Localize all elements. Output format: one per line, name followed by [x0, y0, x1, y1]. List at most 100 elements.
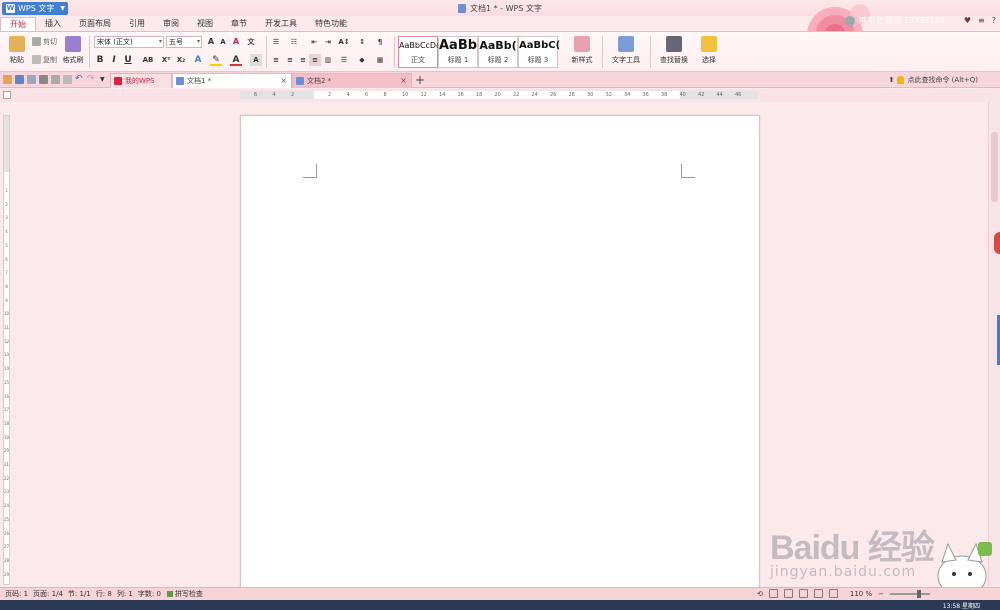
ruler-tick: 1: [5, 188, 8, 193]
ruler-tick: 24: [531, 92, 538, 98]
select-button[interactable]: 选择: [694, 34, 724, 65]
tab-review[interactable]: 审阅: [154, 17, 188, 31]
subscript-icon[interactable]: X₂: [175, 54, 187, 66]
tab-special[interactable]: 特色功能: [306, 17, 356, 31]
tab-insert[interactable]: 插入: [36, 17, 70, 31]
copy-button[interactable]: 复制: [32, 54, 57, 65]
italic-button[interactable]: I: [108, 54, 120, 66]
tab-view[interactable]: 视图: [188, 17, 222, 31]
redo-icon[interactable]: ↷: [87, 75, 96, 84]
paste-button[interactable]: 粘贴: [4, 34, 30, 65]
style-normal[interactable]: AaBbCcDd 正文: [398, 36, 441, 68]
text-tools-button[interactable]: 文字工具: [606, 34, 646, 65]
pinyin-icon[interactable]: 文: [245, 36, 257, 48]
increase-indent-icon[interactable]: ⇥: [322, 36, 334, 48]
align-right-icon[interactable]: ≡: [297, 54, 309, 66]
document-page[interactable]: [240, 115, 760, 595]
tab-references[interactable]: 引用: [120, 17, 154, 31]
decrease-indent-icon[interactable]: ⇤: [308, 36, 320, 48]
tab-developer[interactable]: 开发工具: [256, 17, 306, 31]
command-search[interactable]: ⬆ 点此查找命令 (Alt+Q): [889, 75, 978, 85]
spell-check-toggle[interactable]: 拼写检查: [166, 589, 203, 599]
zoom-out-icon[interactable]: −: [878, 590, 884, 598]
border-icon[interactable]: ▦: [374, 54, 386, 66]
close-icon[interactable]: ×: [280, 74, 287, 88]
tab-page-layout[interactable]: 页面布局: [70, 17, 120, 31]
print-preview-icon[interactable]: [51, 75, 60, 84]
divider: [266, 36, 267, 68]
close-icon[interactable]: ×: [400, 74, 407, 88]
tab-document-1[interactable]: 文档1 * ×: [172, 73, 292, 88]
horizontal-ruler[interactable]: 6 4 2 2 4 6 8 10 12 14 16 18 20 22 24 26 28 30 32 34 36 38 40 4…: [240, 91, 758, 99]
style-heading-2[interactable]: AaBb( 标题 2: [478, 36, 518, 68]
style-heading-1[interactable]: AaBb 标题 1: [438, 36, 478, 68]
spellcheck-icon[interactable]: [63, 75, 72, 84]
zoom-slider[interactable]: [890, 589, 930, 598]
style-heading-3[interactable]: AaBbC( 标题 3: [518, 36, 560, 68]
print-icon[interactable]: [39, 75, 48, 84]
font-name-combo[interactable]: 宋体 (正文) ▾: [94, 36, 164, 48]
web-view-icon[interactable]: [813, 589, 823, 598]
outline-view-icon[interactable]: [798, 589, 808, 598]
highlight-icon[interactable]: ✎: [210, 54, 222, 66]
tab-home[interactable]: 开始: [0, 17, 36, 31]
os-taskbar: 13:58 星期四: [0, 600, 1000, 610]
scrollbar-thumb[interactable]: [991, 132, 998, 202]
font-color-icon[interactable]: A: [230, 54, 242, 66]
ruler-tick: 7: [5, 270, 8, 276]
fullscreen-icon[interactable]: [768, 589, 778, 598]
zoom-knob[interactable]: [917, 589, 921, 598]
align-left-icon[interactable]: ≡: [270, 54, 282, 66]
text-effect-icon[interactable]: A: [192, 54, 204, 66]
tab-chapter[interactable]: 章节: [222, 17, 256, 31]
vertical-ruler[interactable]: 1 2 3 4 5 6 7 8 9 10 11 12 13 14 15 16 17 18 19 20 21 22 23 24 2…: [3, 115, 10, 585]
text-direction-icon[interactable]: A↕: [338, 36, 350, 48]
line-spacing-icon[interactable]: ☰: [338, 54, 350, 66]
help-control[interactable]: ?: [992, 16, 996, 25]
show-marks-icon[interactable]: ¶: [374, 36, 386, 48]
tab-my-wps[interactable]: 我的WPS: [110, 73, 172, 88]
numbered-list-icon[interactable]: ☷: [288, 36, 300, 48]
shading-icon[interactable]: ◆: [356, 54, 368, 66]
open-icon[interactable]: [3, 75, 12, 84]
distribute-icon[interactable]: ▥: [322, 54, 334, 66]
format-painter-button[interactable]: 格式刷: [60, 34, 86, 65]
export-pdf-icon[interactable]: [27, 75, 36, 84]
shrink-font-icon[interactable]: A: [217, 36, 229, 48]
document-workspace[interactable]: [12, 102, 988, 595]
side-panel-handle[interactable]: [994, 232, 1000, 254]
cut-button[interactable]: 剪切: [32, 36, 57, 47]
undo-icon[interactable]: ↶: [75, 75, 84, 84]
chevron-down-icon[interactable]: ▼: [100, 75, 109, 84]
justify-icon[interactable]: ≡: [309, 54, 321, 66]
page-view-icon[interactable]: [783, 589, 793, 598]
align-center-icon[interactable]: ≡: [284, 54, 296, 66]
menu-control[interactable]: ≡: [978, 16, 985, 25]
skin-icon[interactable]: ♥: [964, 16, 971, 25]
bold-button[interactable]: B: [94, 54, 106, 66]
revision-icon[interactable]: ⟲: [757, 590, 763, 598]
new-style-button[interactable]: 新样式: [566, 34, 598, 65]
bullet-list-icon[interactable]: ☰: [270, 36, 282, 48]
tab-document-2[interactable]: 文档2 * ×: [292, 73, 412, 88]
superscript-icon[interactable]: X²: [160, 54, 172, 66]
save-icon[interactable]: [15, 75, 24, 84]
document-icon: [458, 4, 466, 13]
user-account[interactable]: 坤车七 陆迅 13787174: [845, 15, 945, 26]
underline-button[interactable]: U: [122, 54, 134, 66]
sort-icon[interactable]: ↕: [356, 36, 368, 48]
strikethrough-icon[interactable]: AB: [140, 54, 156, 66]
new-tab-button[interactable]: +: [415, 73, 425, 87]
clear-format-icon[interactable]: A: [230, 36, 242, 48]
reading-view-icon[interactable]: [828, 589, 838, 598]
char-shading-icon[interactable]: A: [250, 54, 262, 66]
find-replace-button[interactable]: 查找替换: [654, 34, 694, 65]
app-menu-button[interactable]: W WPS 文字 ▼: [2, 2, 68, 15]
chevron-down-icon: ▾: [158, 38, 162, 45]
ruler-toggle-button[interactable]: [3, 91, 11, 99]
status-word-count[interactable]: 字数: 0: [138, 589, 161, 599]
zoom-level[interactable]: 110 %: [850, 590, 872, 598]
grow-font-icon[interactable]: A: [205, 36, 217, 48]
ruler-tick: 22: [513, 92, 520, 98]
font-size-combo[interactable]: 五号 ▾: [166, 36, 202, 48]
